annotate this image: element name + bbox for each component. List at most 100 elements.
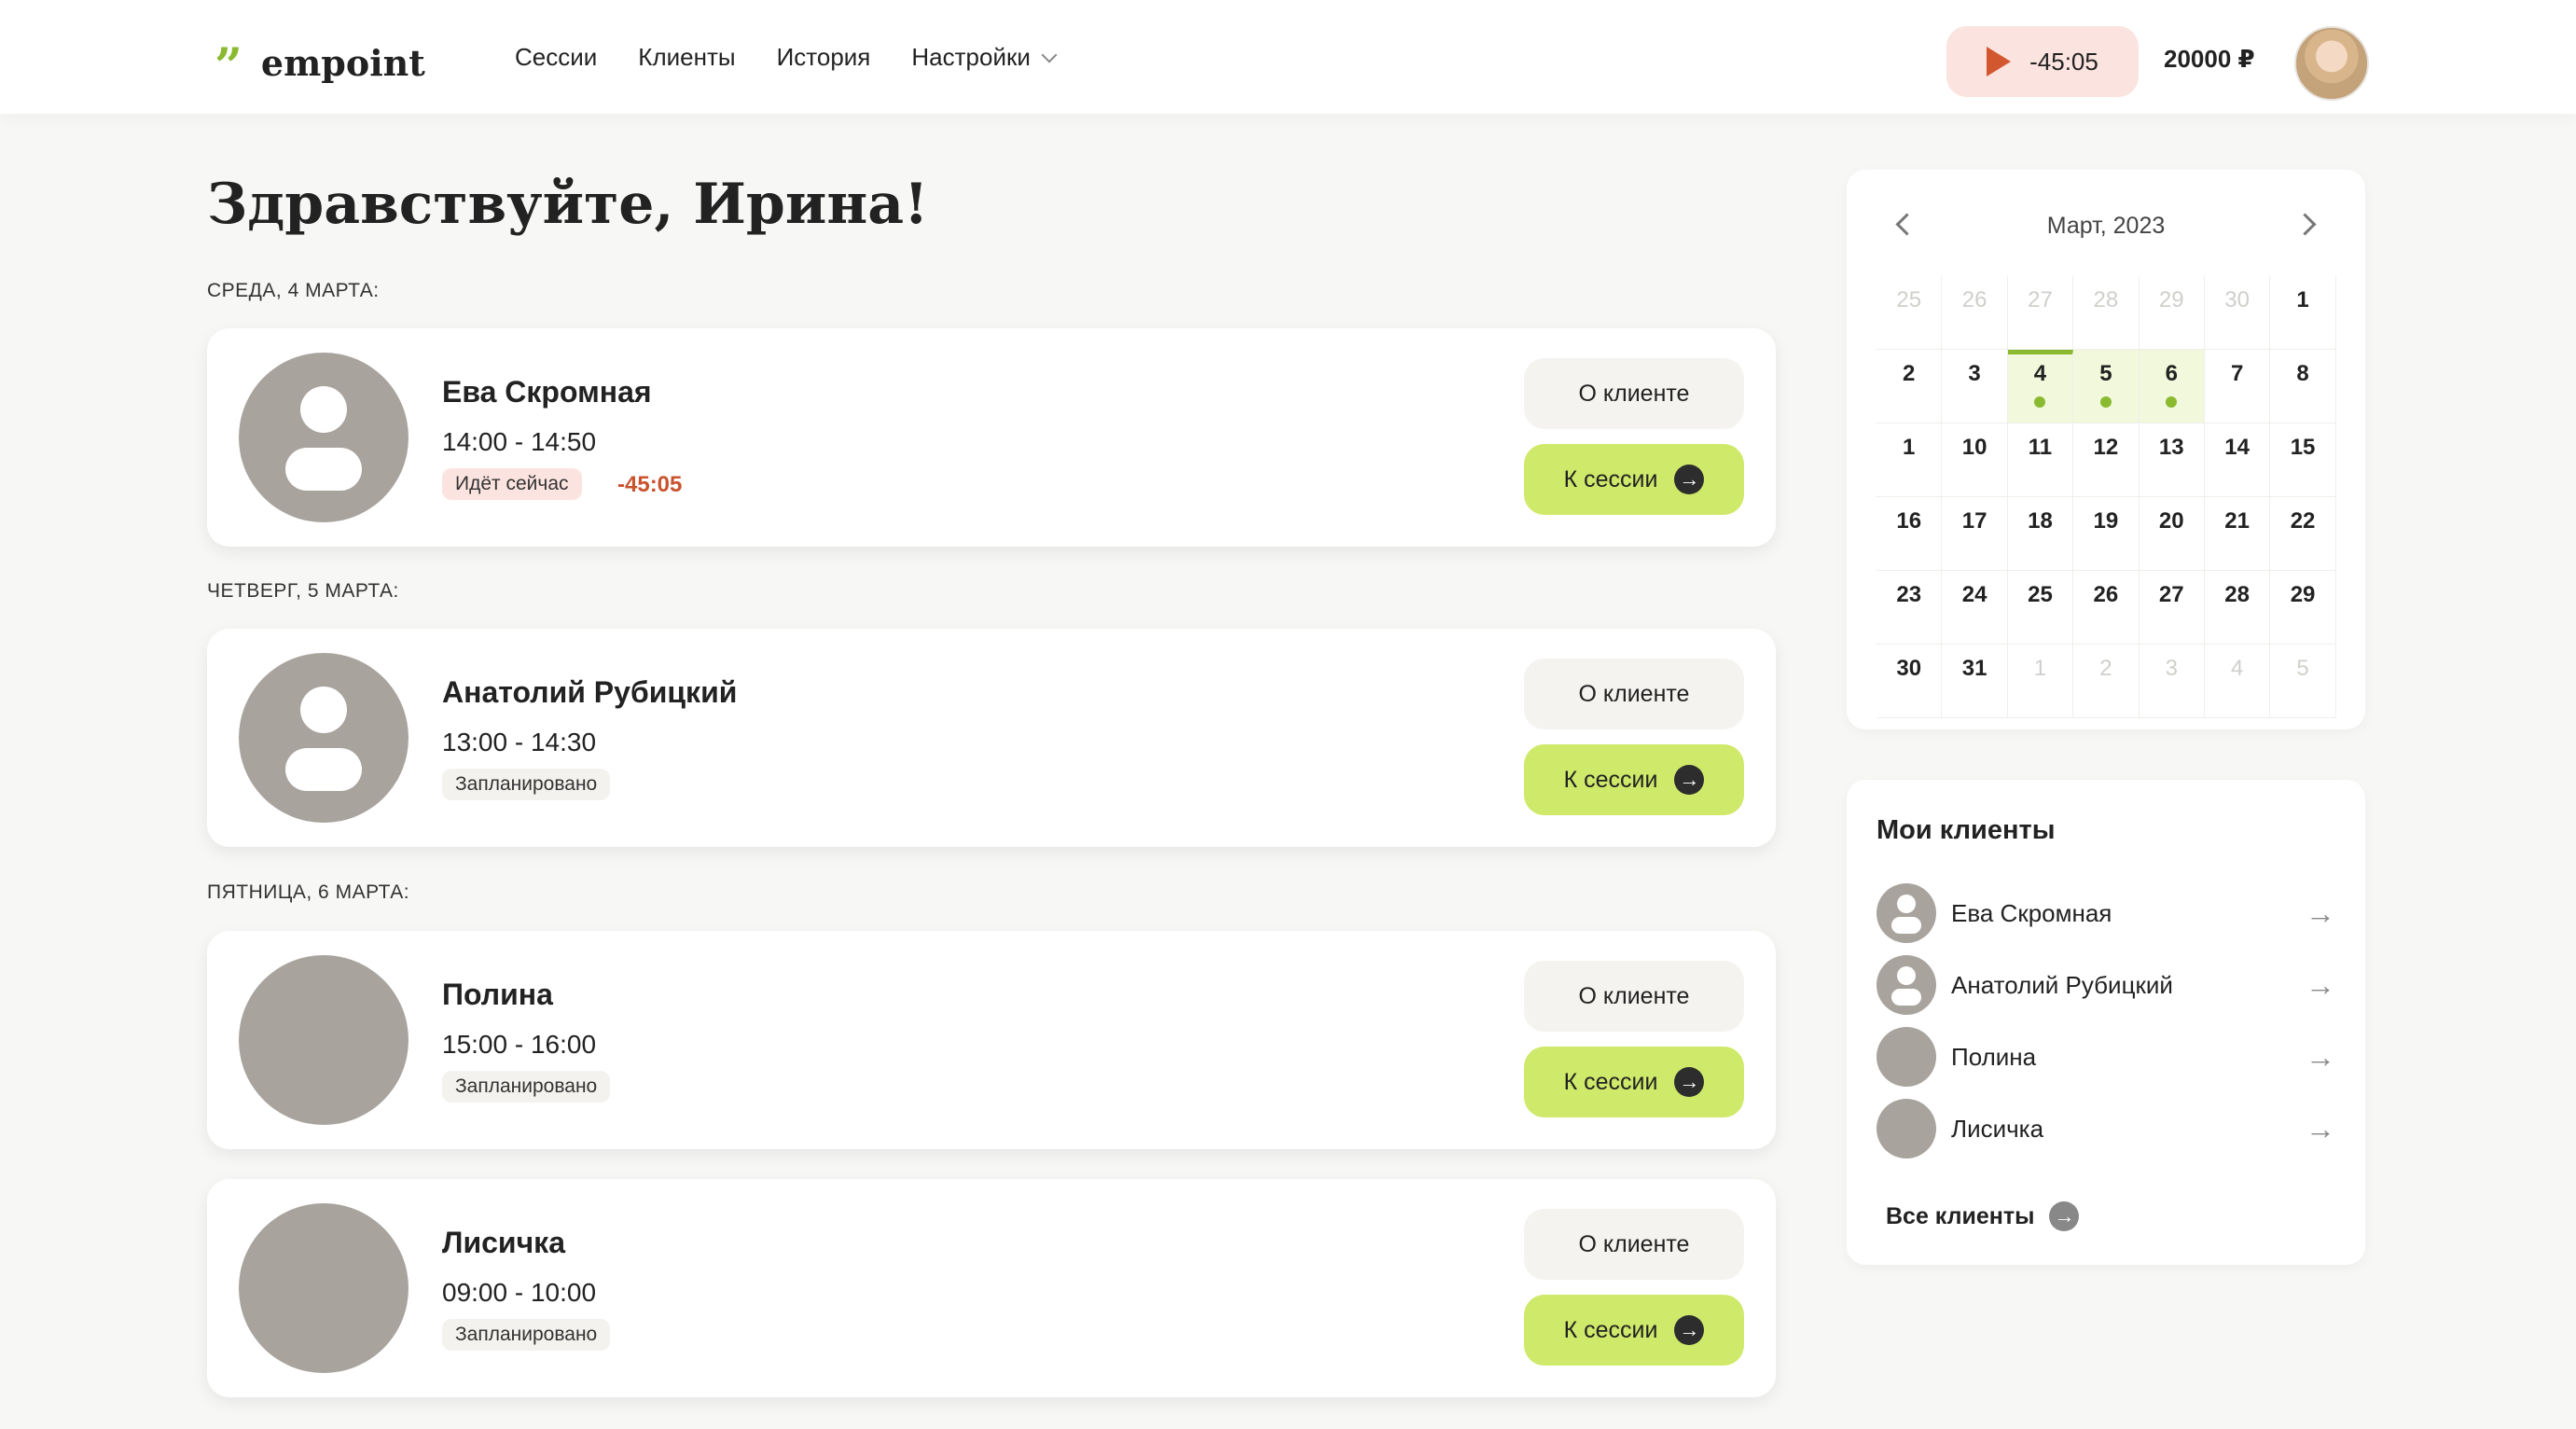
calendar-day[interactable]: 18 xyxy=(2007,497,2074,571)
calendar-day[interactable]: 17 xyxy=(1942,497,2008,571)
calendar-day[interactable]: 7 xyxy=(2204,350,2271,423)
go-to-session-button[interactable]: К сессии → xyxy=(1524,1047,1744,1117)
nav-settings-label: Настройки xyxy=(911,43,1031,71)
chevron-down-icon xyxy=(1041,47,1058,62)
session-countdown: -45:05 xyxy=(617,472,683,497)
session-card: Анатолий Рубицкий 13:00 - 14:30 Запланир… xyxy=(207,629,1776,847)
calendar-day[interactable]: 29 xyxy=(2139,276,2205,350)
client-item[interactable]: Анатолий Рубицкий → xyxy=(1877,954,2335,1016)
calendar-day[interactable]: 13 xyxy=(2139,423,2205,497)
user-avatar[interactable] xyxy=(2294,26,2369,101)
calendar-day[interactable]: 10 xyxy=(1942,423,2008,497)
user-placeholder-body xyxy=(1891,989,1921,1006)
session-time: 15:00 - 16:00 xyxy=(442,1030,597,1059)
nav-history[interactable]: История xyxy=(777,43,871,72)
session-card: Полина 15:00 - 16:00 Запланировано О кли… xyxy=(207,931,1776,1149)
session-card: Лисичка 09:00 - 10:00 Запланировано О кл… xyxy=(207,1179,1776,1397)
user-placeholder-body xyxy=(1891,917,1921,934)
calendar-day[interactable]: 16 xyxy=(1877,497,1943,571)
nav-clients[interactable]: Клиенты xyxy=(638,43,735,72)
arrow-right-icon: → xyxy=(2306,967,2335,1002)
day-label: ПЯТНИЦА, 6 МАРТА: xyxy=(207,881,410,903)
status-badge: Запланировано xyxy=(442,1071,611,1103)
all-clients-link[interactable]: Все клиенты → xyxy=(1886,1201,2080,1231)
calendar-day[interactable]: 2 xyxy=(1877,350,1943,423)
calendar-day[interactable]: 4 xyxy=(2204,645,2271,718)
main-nav: Сессии Клиенты История Настройки xyxy=(515,43,1096,72)
about-client-button[interactable]: О клиенте xyxy=(1524,1209,1744,1280)
calendar-day[interactable]: 27 xyxy=(2139,571,2205,645)
client-photo xyxy=(1877,1099,1936,1158)
arrow-right-icon: → xyxy=(1674,765,1705,795)
about-client-button[interactable]: О клиенте xyxy=(1524,961,1744,1032)
calendar-day[interactable]: 22 xyxy=(2270,497,2336,571)
play-icon xyxy=(1987,47,2012,76)
client-item[interactable]: Ева Скромная → xyxy=(1877,882,2335,944)
go-to-session-button[interactable]: К сессии → xyxy=(1524,744,1744,815)
calendar-day[interactable]: 29 xyxy=(2270,571,2336,645)
client-item[interactable]: Полина → xyxy=(1877,1026,2335,1088)
calendar-day[interactable]: 6 xyxy=(2139,350,2205,423)
current-session-timer-button[interactable]: -45:05 xyxy=(1946,26,2139,97)
nav-settings[interactable]: Настройки xyxy=(911,43,1058,72)
calendar-day[interactable]: 14 xyxy=(2204,423,2271,497)
status-badge: Запланировано xyxy=(442,1319,611,1351)
calendar-day[interactable]: 20 xyxy=(2139,497,2205,571)
timer-value: -45:05 xyxy=(2029,47,2098,76)
calendar-day[interactable]: 1 xyxy=(2007,645,2074,718)
balance: 20000 ₽ xyxy=(2164,45,2255,73)
calendar-day[interactable]: 25 xyxy=(2007,571,2074,645)
calendar-day[interactable]: 11 xyxy=(2007,423,2074,497)
day-label: ЧЕТВЕРГ, 5 МАРТА: xyxy=(207,580,399,602)
calendar-day[interactable]: 25 xyxy=(1877,276,1943,350)
calendar-day[interactable]: 28 xyxy=(2073,276,2140,350)
status-badge: Идёт сейчас xyxy=(442,468,582,500)
calendar-day[interactable]: 28 xyxy=(2204,571,2271,645)
calendar-day[interactable]: 1 xyxy=(1877,423,1943,497)
calendar-day[interactable]: 30 xyxy=(1877,645,1943,718)
client-avatar xyxy=(1877,883,1936,943)
calendar-day[interactable]: 30 xyxy=(2204,276,2271,350)
about-client-button[interactable]: О клиенте xyxy=(1524,358,1744,429)
calendar-day[interactable]: 4 xyxy=(2007,350,2074,423)
nav-sessions[interactable]: Сессии xyxy=(515,43,597,72)
go-to-session-label: К сессии xyxy=(1563,766,1658,793)
session-dot-icon xyxy=(2166,396,2178,408)
calendar-day[interactable]: 3 xyxy=(2139,645,2205,718)
calendar-day[interactable]: 26 xyxy=(2073,571,2140,645)
calendar-day[interactable]: 31 xyxy=(1942,645,2008,718)
calendar-day[interactable]: 19 xyxy=(2073,497,2140,571)
calendar-day[interactable]: 12 xyxy=(2073,423,2140,497)
user-placeholder-body xyxy=(285,748,362,791)
calendar-day[interactable]: 8 xyxy=(2270,350,2336,423)
calendar-day[interactable]: 3 xyxy=(1942,350,2008,423)
logo[interactable]: ” empoint xyxy=(215,34,425,91)
session-time: 13:00 - 14:30 xyxy=(442,728,597,756)
calendar-day[interactable]: 2 xyxy=(2073,645,2140,718)
user-placeholder-icon xyxy=(1897,895,1916,913)
calendar-day[interactable]: 27 xyxy=(2007,276,2074,350)
client-name: Лисичка xyxy=(442,1226,565,1259)
calendar-day[interactable]: 21 xyxy=(2204,497,2271,571)
calendar-day[interactable]: 1 xyxy=(2270,276,2336,350)
about-client-button[interactable]: О клиенте xyxy=(1524,659,1744,729)
user-placeholder-icon xyxy=(300,687,347,733)
client-item[interactable]: Лисичка → xyxy=(1877,1098,2335,1159)
arrow-right-icon: → xyxy=(1674,1315,1705,1345)
calendar: Март, 2023 25 26 27 28 29 30 1 2 3 4 5 6 7 8 1 10 11 12 13… xyxy=(1847,170,2365,729)
go-to-session-button[interactable]: К сессии → xyxy=(1524,444,1744,515)
logo-text: empoint xyxy=(260,41,425,84)
session-time: 14:00 - 14:50 xyxy=(442,427,597,456)
calendar-day[interactable]: 5 xyxy=(2073,350,2140,423)
client-photo xyxy=(239,955,409,1125)
calendar-day[interactable]: 24 xyxy=(1942,571,2008,645)
arrow-right-icon: → xyxy=(2306,1111,2335,1145)
calendar-day[interactable]: 26 xyxy=(1942,276,2008,350)
arrow-right-icon: → xyxy=(2049,1201,2080,1231)
calendar-day[interactable]: 23 xyxy=(1877,571,1943,645)
calendar-day[interactable]: 15 xyxy=(2270,423,2336,497)
go-to-session-button[interactable]: К сессии → xyxy=(1524,1295,1744,1366)
calendar-day[interactable]: 5 xyxy=(2270,645,2336,718)
go-to-session-label: К сессии xyxy=(1563,465,1658,493)
arrow-right-icon: → xyxy=(1674,1067,1705,1097)
